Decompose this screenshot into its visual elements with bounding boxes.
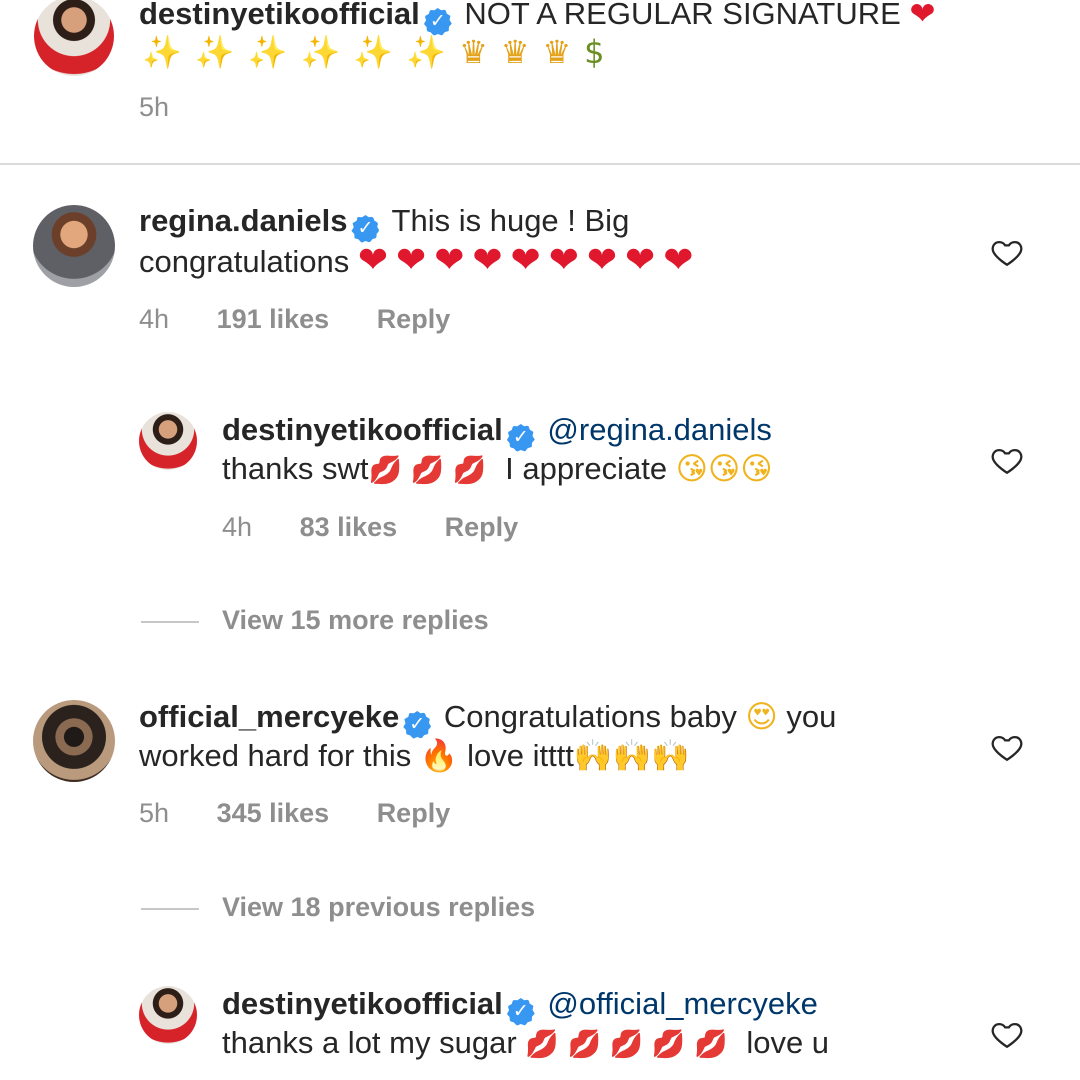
view-previous-replies-button[interactable]: View 18 previous replies xyxy=(222,892,535,923)
reply-text: destinyetikoofficial ✓ @official_mercyeke xyxy=(222,984,818,1026)
view-replies-line xyxy=(141,908,199,910)
comment-username[interactable]: regina.daniels xyxy=(139,203,347,238)
kiss-mark-emoji-row: 💋 💋 💋 💋 💋 xyxy=(525,1029,728,1060)
comment-time: 5h xyxy=(139,798,170,828)
reply-button[interactable]: Reply xyxy=(445,512,519,542)
verified-badge-icon: ✓ xyxy=(403,711,432,739)
like-heart-icon[interactable] xyxy=(990,1017,1024,1051)
reply-text-line-2: thanks swt💋 💋 💋 I appreciate 😘😘😘 xyxy=(222,451,773,487)
kissing-face-emoji-row: 😘😘😘 xyxy=(675,451,773,487)
reply-text-line-2: thanks a lot my sugar 💋 💋 💋 💋 💋 love u xyxy=(222,1025,830,1060)
sparkle-emoji-icon: ✨✨✨✨✨✨ xyxy=(142,33,460,71)
comment-text-line-2: worked hard for this 🔥 love itttt🙌🙌🙌 xyxy=(139,738,690,774)
comment-meta: 4h 191 likes Reply xyxy=(139,304,490,335)
comment-text-line-2: congratulations ❤❤❤❤❤❤❤❤❤ xyxy=(139,240,702,281)
reply-time: 4h xyxy=(222,512,253,542)
verified-badge-icon: ✓ xyxy=(351,215,380,243)
caption-avatar[interactable] xyxy=(34,0,114,76)
commenter-avatar[interactable] xyxy=(33,205,115,287)
money-bag-emoji-icon: $ xyxy=(584,33,618,71)
reply-button[interactable]: Reply xyxy=(377,798,451,828)
caption-username[interactable]: destinyetikoofficial xyxy=(139,0,420,31)
mention-link[interactable]: @official_mercyeke xyxy=(547,986,817,1021)
view-replies-line xyxy=(141,621,199,623)
reply-button[interactable]: Reply xyxy=(377,304,451,334)
reply-avatar[interactable] xyxy=(139,986,197,1044)
kiss-mark-emoji-row: 💋 💋 💋 xyxy=(368,455,487,486)
like-heart-icon[interactable] xyxy=(990,235,1024,269)
reply-username[interactable]: destinyetikoofficial xyxy=(222,412,503,447)
reply-text: destinyetikoofficial ✓ @regina.daniels xyxy=(222,410,772,452)
comment-body: Congratulations baby xyxy=(443,699,737,734)
caption-time: 5h xyxy=(139,92,170,122)
caption-divider xyxy=(0,163,1080,165)
heart-emoji-row: ❤❤❤❤❤❤❤❤❤ xyxy=(357,240,702,281)
heart-eyes-emoji-icon: 😍 xyxy=(745,699,778,735)
view-more-replies-button[interactable]: View 15 more replies xyxy=(222,605,489,636)
caption-body: NOT A REGULAR SIGNATURE xyxy=(464,0,901,31)
crown-emoji-icon: ♛♛♛ xyxy=(459,33,585,71)
comment-likes[interactable]: 191 likes xyxy=(217,304,330,334)
raised-hands-emoji-row: 🙌🙌🙌 xyxy=(573,738,690,774)
commenter-avatar[interactable] xyxy=(33,700,115,782)
verified-badge-icon: ✓ xyxy=(506,998,535,1026)
comment-time: 4h xyxy=(139,304,170,334)
verified-badge-icon: ✓ xyxy=(423,8,452,36)
like-heart-icon[interactable] xyxy=(990,730,1024,764)
heart-emoji: ❤ xyxy=(909,0,936,32)
verified-badge-icon: ✓ xyxy=(506,424,535,452)
caption-emoji-line: ✨✨✨✨✨✨♛♛♛$ xyxy=(142,33,617,72)
comment-body: This is huge ! Big xyxy=(391,203,630,238)
caption-text: destinyetikoofficial ✓ NOT A REGULAR SIGN… xyxy=(139,0,935,36)
reply-avatar[interactable] xyxy=(139,412,197,470)
comment-text: official_mercyeke ✓ Congratulations baby … xyxy=(139,697,836,739)
mention-link[interactable]: @regina.daniels xyxy=(547,412,772,447)
fire-emoji-icon: 🔥 xyxy=(419,738,459,774)
comment-likes[interactable]: 345 likes xyxy=(217,798,330,828)
like-heart-icon[interactable] xyxy=(990,443,1024,477)
comment-meta: 5h 345 likes Reply xyxy=(139,798,490,829)
comment-text: regina.daniels ✓ This is huge ! Big xyxy=(139,201,629,243)
reply-username[interactable]: destinyetikoofficial xyxy=(222,986,503,1021)
reply-likes[interactable]: 83 likes xyxy=(300,512,398,542)
comment-username[interactable]: official_mercyeke xyxy=(139,699,399,734)
reply-meta: 4h 83 likes Reply xyxy=(222,512,558,543)
